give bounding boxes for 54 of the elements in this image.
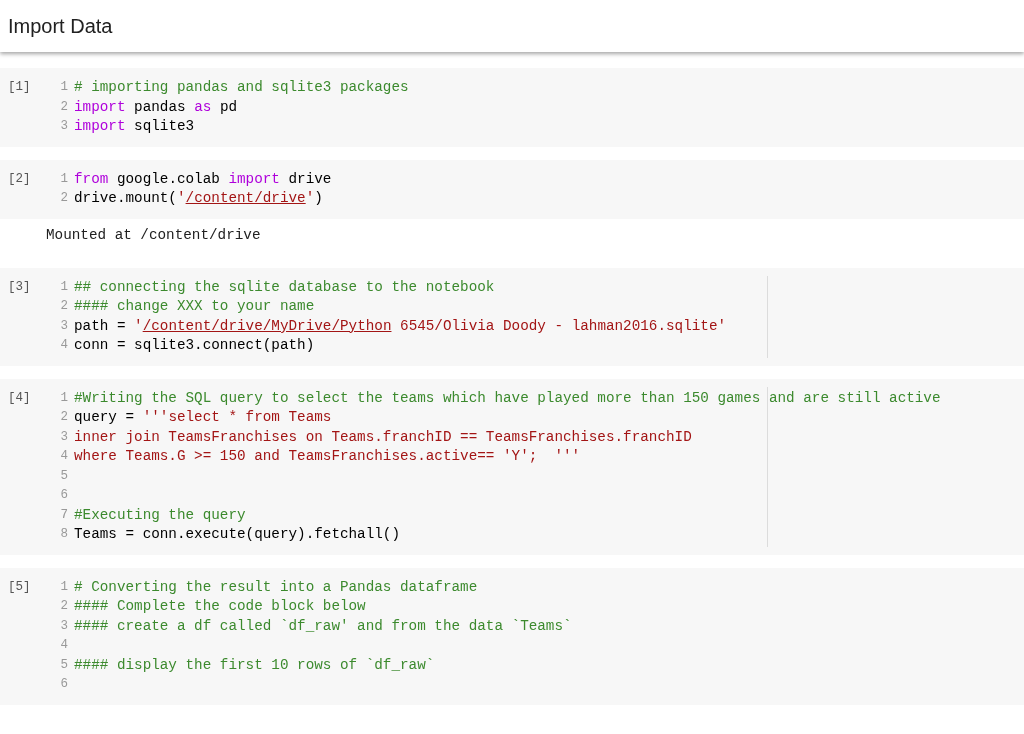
line-number: 1 <box>59 79 68 96</box>
line-number: 7 <box>59 506 68 524</box>
line-number: 3 <box>59 118 68 135</box>
line-number: 2 <box>59 98 68 116</box>
cell-output: Mounted at /content/drive <box>45 225 262 245</box>
code-line: # Converting the result into a Pandas dataframe <box>74 577 478 597</box>
execution-count: [3] <box>7 278 32 296</box>
execution-count: [5] <box>7 578 32 596</box>
code-line: ## connecting the sqlite database to the notebook <box>74 277 495 297</box>
code-cell[interactable]: [2] 1 from google.colab import drive 2 drive.mount('/content/drive') <box>0 159 1024 219</box>
code-line: #### change XXX to your name <box>74 297 315 316</box>
line-number: 1 <box>59 170 68 188</box>
code-line: #### create a df called `df_raw' and from the data `Teams` <box>74 616 572 636</box>
code-line: path = '/content/drive/MyDrive/Python 6545/Olivia Doody - lahman2016.sqlite' <box>74 316 727 336</box>
line-number: 4 <box>59 448 68 465</box>
code-cell[interactable]: [3] 1 ## connecting the sqlite database to the notebook 2 #### change XXX to your name 3 path = '/content/drive/MyDrive/Python 6545/Olivia Doody - lahman2016.sqlite' 4 conn = sqlite3.connect(path) <box>0 267 1024 366</box>
page-title: Import Data <box>8 14 113 38</box>
line-number: 2 <box>59 190 68 207</box>
execution-count: [4] <box>7 389 32 407</box>
line-number: 5 <box>59 467 68 485</box>
line-number: 6 <box>59 676 68 693</box>
code-line: # importing pandas and sqlite3 packages <box>74 78 409 97</box>
line-number: 1 <box>59 389 68 407</box>
code-cell[interactable]: [1] 1 # importing pandas and sqlite3 packages 2 import pandas as pd 3 import sqlite3 <box>0 68 1024 147</box>
code-line: where Teams.G >= 150 and TeamsFranchises.active== 'Y'; ''' <box>74 447 581 466</box>
code-cell[interactable] <box>0 378 1024 555</box>
code-line: conn = sqlite3.connect(path) <box>74 336 315 355</box>
code-line: query = '''select * from Teams <box>74 408 332 427</box>
code-cell[interactable]: [5] 1 # Converting the result into a Pandas dataframe 2 #### Complete the code block below 3 #### create a df called `df_raw' and from the data `Teams` 4 5 #### display the first 10 rows of `df_raw` 6 <box>0 567 1024 705</box>
line-number: 8 <box>59 526 68 543</box>
line-number: 6 <box>59 487 68 504</box>
line-number: 2 <box>59 409 68 426</box>
line-number: 3 <box>59 317 68 335</box>
code-line: inner join TeamsFranchises on Teams.franchID == TeamsFranchises.franchID <box>74 427 692 447</box>
line-number: 4 <box>59 337 68 354</box>
line-number: 1 <box>59 578 68 596</box>
line-number: 2 <box>59 298 68 315</box>
code-line: #Writing the SQL query to select the teams which have played more than 150 games and are still active <box>74 388 941 408</box>
code-line: #Executing the query <box>74 505 246 525</box>
line-number: 3 <box>59 617 68 635</box>
execution-count: [1] <box>7 79 32 96</box>
code-line: #### Complete the code block below <box>74 597 366 616</box>
line-number: 1 <box>59 278 68 296</box>
code-line: import sqlite3 <box>74 117 195 136</box>
code-line: import pandas as pd <box>74 97 238 117</box>
code-line: #### display the first 10 rows of `df_raw` <box>74 655 435 675</box>
code-line: Teams = conn.execute(query).fetchall() <box>74 525 401 544</box>
execution-count: [2] <box>7 170 32 188</box>
line-number: 2 <box>59 598 68 615</box>
code-line: drive.mount('/content/drive') <box>74 189 323 208</box>
code-line: from google.colab import drive <box>74 169 332 189</box>
line-number: 4 <box>59 637 68 654</box>
line-number: 3 <box>59 428 68 446</box>
line-number: 5 <box>59 656 68 674</box>
